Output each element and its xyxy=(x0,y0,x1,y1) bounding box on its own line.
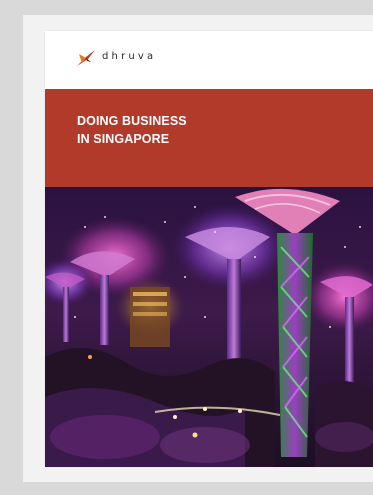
brand-name: dhruva xyxy=(102,51,157,62)
title-band: DOING BUSINESS IN SINGAPORE xyxy=(45,89,373,187)
cover-title-line-1: DOING BUSINESS xyxy=(77,114,187,128)
logo-bar: dhruva xyxy=(45,31,373,89)
dhruva-star-logo-icon xyxy=(77,50,95,66)
cover-title: DOING BUSINESS IN SINGAPORE xyxy=(77,112,187,148)
gardens-by-the-bay-supertrees-night-image xyxy=(45,187,373,467)
brochure-cover: dhruva DOING BUSINESS IN SINGAPORE xyxy=(45,31,373,467)
cover-title-line-2: IN SINGAPORE xyxy=(77,132,170,146)
preview-frame: dhruva DOING BUSINESS IN SINGAPORE xyxy=(23,15,373,482)
